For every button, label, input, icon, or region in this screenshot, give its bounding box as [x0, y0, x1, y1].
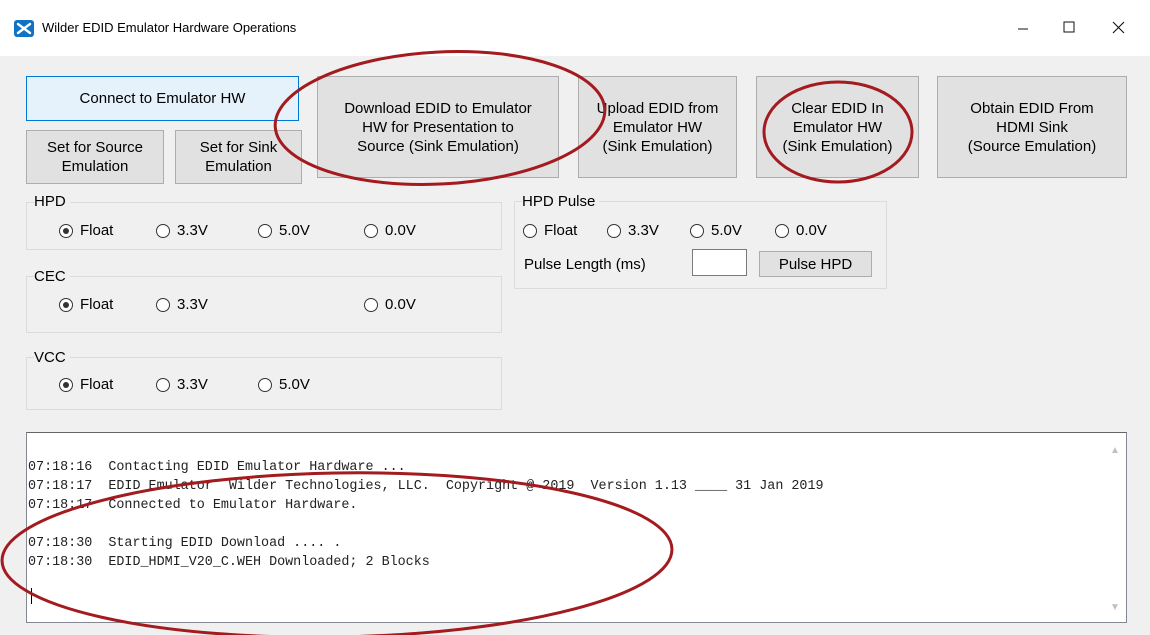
radio-selected-icon — [59, 377, 73, 392]
vcc-3v3-radio[interactable]: 3.3V — [156, 376, 208, 393]
radio-label: 3.3V — [628, 222, 659, 239]
cec-label: CEC — [34, 268, 70, 285]
hpd-pulse-float-radio[interactable]: Float — [523, 222, 577, 239]
close-icon — [1112, 21, 1124, 33]
radio-label: 0.0V — [796, 222, 827, 239]
set-sink-emulation-button[interactable]: Set for Sink Emulation — [175, 130, 302, 184]
radio-label: 5.0V — [711, 222, 742, 239]
minimize-button[interactable] — [1000, 10, 1046, 44]
hpd-0v0-radio[interactable]: 0.0V — [364, 222, 416, 239]
radio-icon — [258, 377, 272, 392]
radio-icon — [156, 223, 170, 238]
radio-label: 5.0V — [279, 222, 310, 239]
radio-label: Float — [544, 222, 578, 239]
hpd-float-radio[interactable]: Float — [59, 222, 113, 239]
download-edid-button[interactable]: Download EDID to Emulator HW for Present… — [317, 76, 559, 178]
minimize-icon — [1018, 28, 1028, 30]
radio-icon — [775, 223, 789, 238]
pulse-hpd-button[interactable]: Pulse HPD — [759, 251, 872, 277]
hpd-5v0-radio[interactable]: 5.0V — [258, 222, 310, 239]
maximize-icon — [1063, 21, 1075, 33]
log-line: 07:18:16 Contacting EDID Emulator Hardwa… — [28, 460, 406, 475]
log-line: 07:18:17 EDID Emulator Wilder Technologi… — [28, 479, 824, 494]
radio-label: 3.3V — [177, 222, 208, 239]
upload-edid-button[interactable]: Upload EDID from Emulator HW (Sink Emula… — [578, 76, 737, 178]
radio-label: 3.3V — [177, 296, 208, 313]
radio-icon — [607, 223, 621, 238]
text-caret — [31, 588, 32, 604]
radio-label: 0.0V — [385, 222, 416, 239]
hpd-pulse-3v3-radio[interactable]: 3.3V — [607, 222, 659, 239]
log-output[interactable]: 07:18:16 Contacting EDID Emulator Hardwa… — [26, 432, 1127, 623]
clear-edid-button[interactable]: Clear EDID In Emulator HW (Sink Emulatio… — [756, 76, 919, 178]
radio-label: 0.0V — [385, 296, 416, 313]
radio-selected-icon — [59, 297, 73, 312]
hpd-3v3-radio[interactable]: 3.3V — [156, 222, 208, 239]
set-source-emulation-button[interactable]: Set for Source Emulation — [26, 130, 164, 184]
radio-label: 3.3V — [177, 376, 208, 393]
log-line: 07:18:17 Connected to Emulator Hardware. — [28, 498, 358, 513]
pulse-length-label: Pulse Length (ms) — [524, 256, 646, 273]
radio-icon — [156, 297, 170, 312]
title-bar: Wilder EDID Emulator Hardware Operations — [0, 0, 1150, 56]
log-lines: 07:18:16 Contacting EDID Emulator Hardwa… — [28, 458, 824, 572]
log-line: 07:18:30 Starting EDID Download .... . — [28, 536, 342, 551]
radio-icon — [364, 223, 378, 238]
cec-float-radio[interactable]: Float — [59, 296, 113, 313]
radio-label: Float — [80, 296, 114, 313]
hpd-pulse-0v0-radio[interactable]: 0.0V — [775, 222, 827, 239]
scroll-up-icon[interactable]: ▲ — [1109, 445, 1121, 457]
close-button[interactable] — [1095, 10, 1141, 44]
log-line: 07:18:30 EDID_HDMI_V20_C.WEH Downloaded;… — [28, 555, 430, 570]
radio-icon — [258, 223, 272, 238]
radio-label: Float — [80, 222, 114, 239]
hpd-pulse-5v0-radio[interactable]: 5.0V — [690, 222, 742, 239]
pulse-length-input[interactable] — [692, 249, 747, 276]
obtain-edid-button[interactable]: Obtain EDID From HDMI Sink (Source Emula… — [937, 76, 1127, 178]
hpd-pulse-label: HPD Pulse — [522, 193, 600, 210]
vcc-float-radio[interactable]: Float — [59, 376, 113, 393]
scroll-down-icon[interactable]: ▼ — [1109, 602, 1121, 614]
cec-3v3-radio[interactable]: 3.3V — [156, 296, 208, 313]
radio-label: 5.0V — [279, 376, 310, 393]
radio-selected-icon — [59, 223, 73, 238]
vcc-5v0-radio[interactable]: 5.0V — [258, 376, 310, 393]
maximize-button[interactable] — [1046, 10, 1092, 44]
connect-emulator-button[interactable]: Connect to Emulator HW — [26, 76, 299, 121]
radio-icon — [364, 297, 378, 312]
radio-icon — [523, 223, 537, 238]
radio-icon — [690, 223, 704, 238]
app-icon — [14, 20, 34, 37]
radio-label: Float — [80, 376, 114, 393]
cec-0v0-radio[interactable]: 0.0V — [364, 296, 416, 313]
vcc-label: VCC — [34, 349, 70, 366]
hpd-label: HPD — [34, 193, 70, 210]
radio-icon — [156, 377, 170, 392]
window-title: Wilder EDID Emulator Hardware Operations — [42, 20, 297, 35]
